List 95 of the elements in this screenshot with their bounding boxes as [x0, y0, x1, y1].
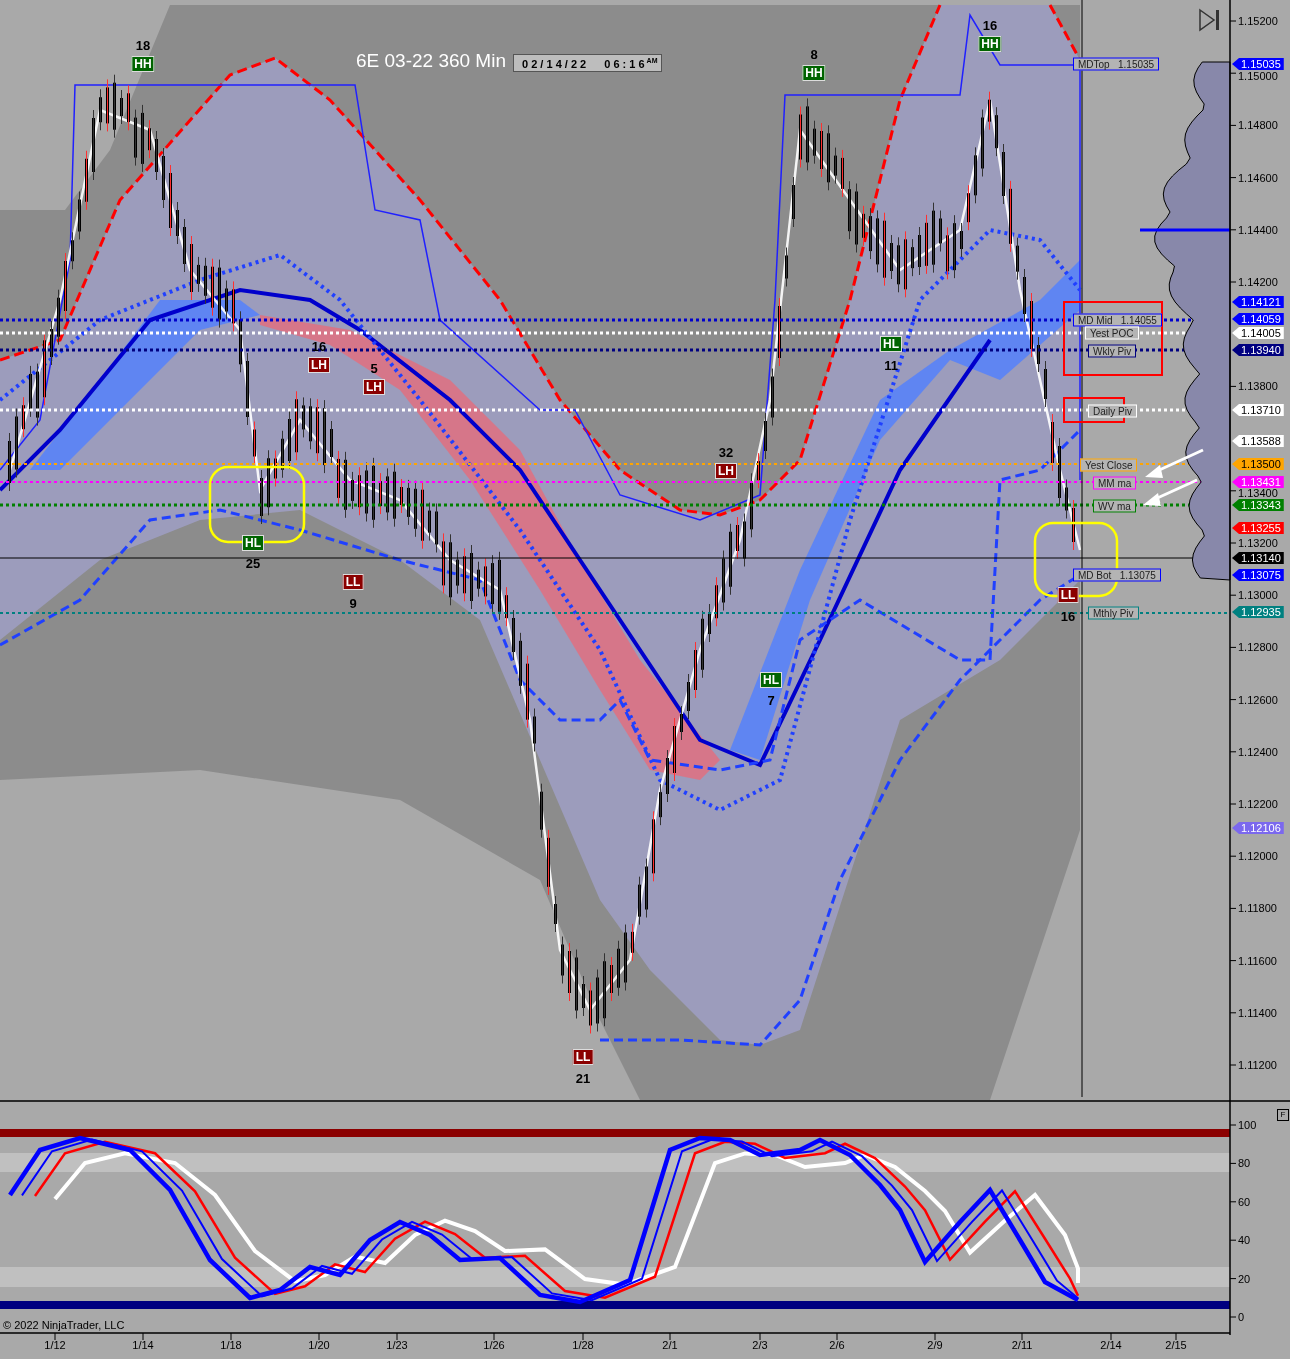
- panel-button[interactable]: F: [1277, 1109, 1289, 1121]
- oscillator-axis-label: 80: [1238, 1157, 1251, 1169]
- level-label: MM ma: [1093, 476, 1137, 490]
- price-axis-label: 1.11200: [1238, 1060, 1277, 1070]
- skip-to-end-icon[interactable]: [1199, 8, 1219, 32]
- price-tag: 1.15035: [1232, 58, 1284, 70]
- price-tag: 1.14059: [1232, 313, 1284, 325]
- chart-title: 6E 03-22 360 Min: [356, 51, 506, 70]
- swing-count: 21: [575, 1071, 591, 1085]
- swing-label: HH: [131, 56, 155, 72]
- swing-label: LL: [1057, 587, 1079, 603]
- price-axis-label: 1.14200: [1238, 277, 1278, 287]
- time-axis-label: 1/14: [132, 1340, 154, 1351]
- level-label: MD Mid 1.14055: [1073, 313, 1162, 327]
- time-axis-label: 2/1: [662, 1340, 678, 1351]
- level-label: WV ma: [1093, 499, 1136, 513]
- time-axis-label: 2/14: [1100, 1340, 1122, 1351]
- oscillator-axis-label: 0: [1238, 1311, 1245, 1323]
- price-tag: 1.13940: [1232, 344, 1284, 356]
- time-axis-label: 1/18: [220, 1340, 242, 1351]
- swing-label: LL: [342, 574, 364, 590]
- price-axis-label: 1.13000: [1238, 590, 1278, 601]
- copyright-text: © 2022 NinjaTrader, LLC: [3, 1320, 125, 1331]
- oscillator-axis-label: 40: [1238, 1234, 1251, 1246]
- price-axis-label: 1.11800: [1238, 903, 1277, 914]
- swing-count: 16: [982, 18, 998, 32]
- price-axis-label: 1.12600: [1238, 694, 1278, 705]
- date-time-display: 0 2 / 1 4 / 2 2 0 6 : 1 6 $^{AM}$: [513, 54, 663, 72]
- time-axis-label: 2/3: [752, 1340, 768, 1351]
- time-axis-label: 2/15: [1165, 1340, 1187, 1351]
- swing-count: 7: [767, 693, 775, 707]
- price-tag: 1.13343: [1232, 499, 1284, 511]
- time-axis-label: 2/11: [1011, 1340, 1033, 1351]
- price-axis-label: 1.13200: [1238, 538, 1278, 548]
- swing-count: 11: [884, 358, 898, 372]
- swing-label: HL: [760, 672, 782, 688]
- oscillator-axis-label: 100: [1238, 1119, 1257, 1131]
- price-tag: 1.12935: [1232, 606, 1284, 618]
- swing-count: 32: [718, 445, 734, 459]
- level-label: Wkly Piv: [1088, 344, 1137, 358]
- swing-count: 16: [1060, 609, 1076, 623]
- price-tag: 1.13431: [1232, 476, 1284, 488]
- price-tag: 1.13710: [1232, 404, 1284, 416]
- price-tag: 1.14121: [1232, 296, 1284, 308]
- oscillator-axis-label: 20: [1238, 1273, 1251, 1285]
- swing-count: 9: [349, 596, 357, 610]
- level-label: Daily Piv: [1088, 404, 1137, 418]
- swing-label: LH: [363, 379, 385, 395]
- price-tag: 1.13075: [1232, 569, 1284, 581]
- price-axis-label: 1.12400: [1238, 746, 1278, 757]
- price-tag: 1.13255: [1232, 522, 1284, 534]
- price-tag: 1.14005: [1232, 327, 1284, 339]
- price-axis-label: 1.15200: [1238, 16, 1278, 26]
- swing-count: 8: [810, 47, 818, 61]
- swing-label: LL: [572, 1049, 594, 1065]
- swing-label: HH: [978, 36, 1002, 52]
- swing-label: HL: [242, 535, 264, 551]
- price-axis-label: 1.14800: [1238, 120, 1278, 131]
- level-label: MD Bot 1.13075: [1073, 568, 1161, 582]
- price-axis-label: 1.12800: [1238, 642, 1278, 653]
- swing-label: HH: [802, 65, 826, 81]
- level-label: MDTop 1.15035: [1073, 57, 1160, 71]
- price-tag: 1.13140: [1232, 552, 1284, 564]
- oscillator-axis-label: 60: [1238, 1196, 1251, 1208]
- price-axis-label: 1.15000: [1238, 71, 1278, 82]
- price-axis-label: 1.12200: [1238, 799, 1278, 809]
- price-axis-label: 1.14400: [1238, 224, 1278, 235]
- swing-count: 5: [370, 361, 378, 375]
- time-axis-label: 1/20: [308, 1340, 330, 1351]
- time-axis-label: 2/9: [927, 1340, 943, 1351]
- price-axis-label: 1.12000: [1238, 851, 1278, 862]
- time-axis-label: 2/6: [829, 1340, 845, 1351]
- swing-count: 25: [245, 556, 261, 570]
- time-axis-label: 1/26: [483, 1340, 505, 1351]
- price-axis-label: 1.13400: [1238, 487, 1278, 498]
- swing-count: 16: [311, 339, 327, 353]
- level-label: Mthly Piv: [1088, 606, 1139, 620]
- swing-label: HL: [880, 336, 902, 352]
- level-label: Yest POC: [1085, 326, 1139, 340]
- arrow-icon: [1143, 478, 1198, 506]
- swing-label: LH: [715, 463, 737, 479]
- time-axis-label: 1/12: [44, 1340, 66, 1351]
- level-label: Yest Close: [1080, 458, 1138, 472]
- time-axis-label: 1/23: [386, 1340, 408, 1351]
- time-axis-label: 1/28: [572, 1340, 594, 1351]
- price-axis-label: 1.11600: [1238, 955, 1277, 966]
- price-axis-label: 1.14600: [1238, 172, 1278, 183]
- swing-label: LH: [308, 357, 330, 373]
- price-axis-label: 1.11400: [1238, 1007, 1277, 1018]
- swing-count: 18: [135, 38, 151, 52]
- price-tag: 1.12106: [1232, 822, 1284, 834]
- price-tag: 1.13500: [1232, 458, 1284, 470]
- price-axis-label: 1.13800: [1238, 381, 1278, 392]
- price-tag: 1.13588: [1232, 435, 1284, 447]
- arrow-icon: [1145, 448, 1204, 478]
